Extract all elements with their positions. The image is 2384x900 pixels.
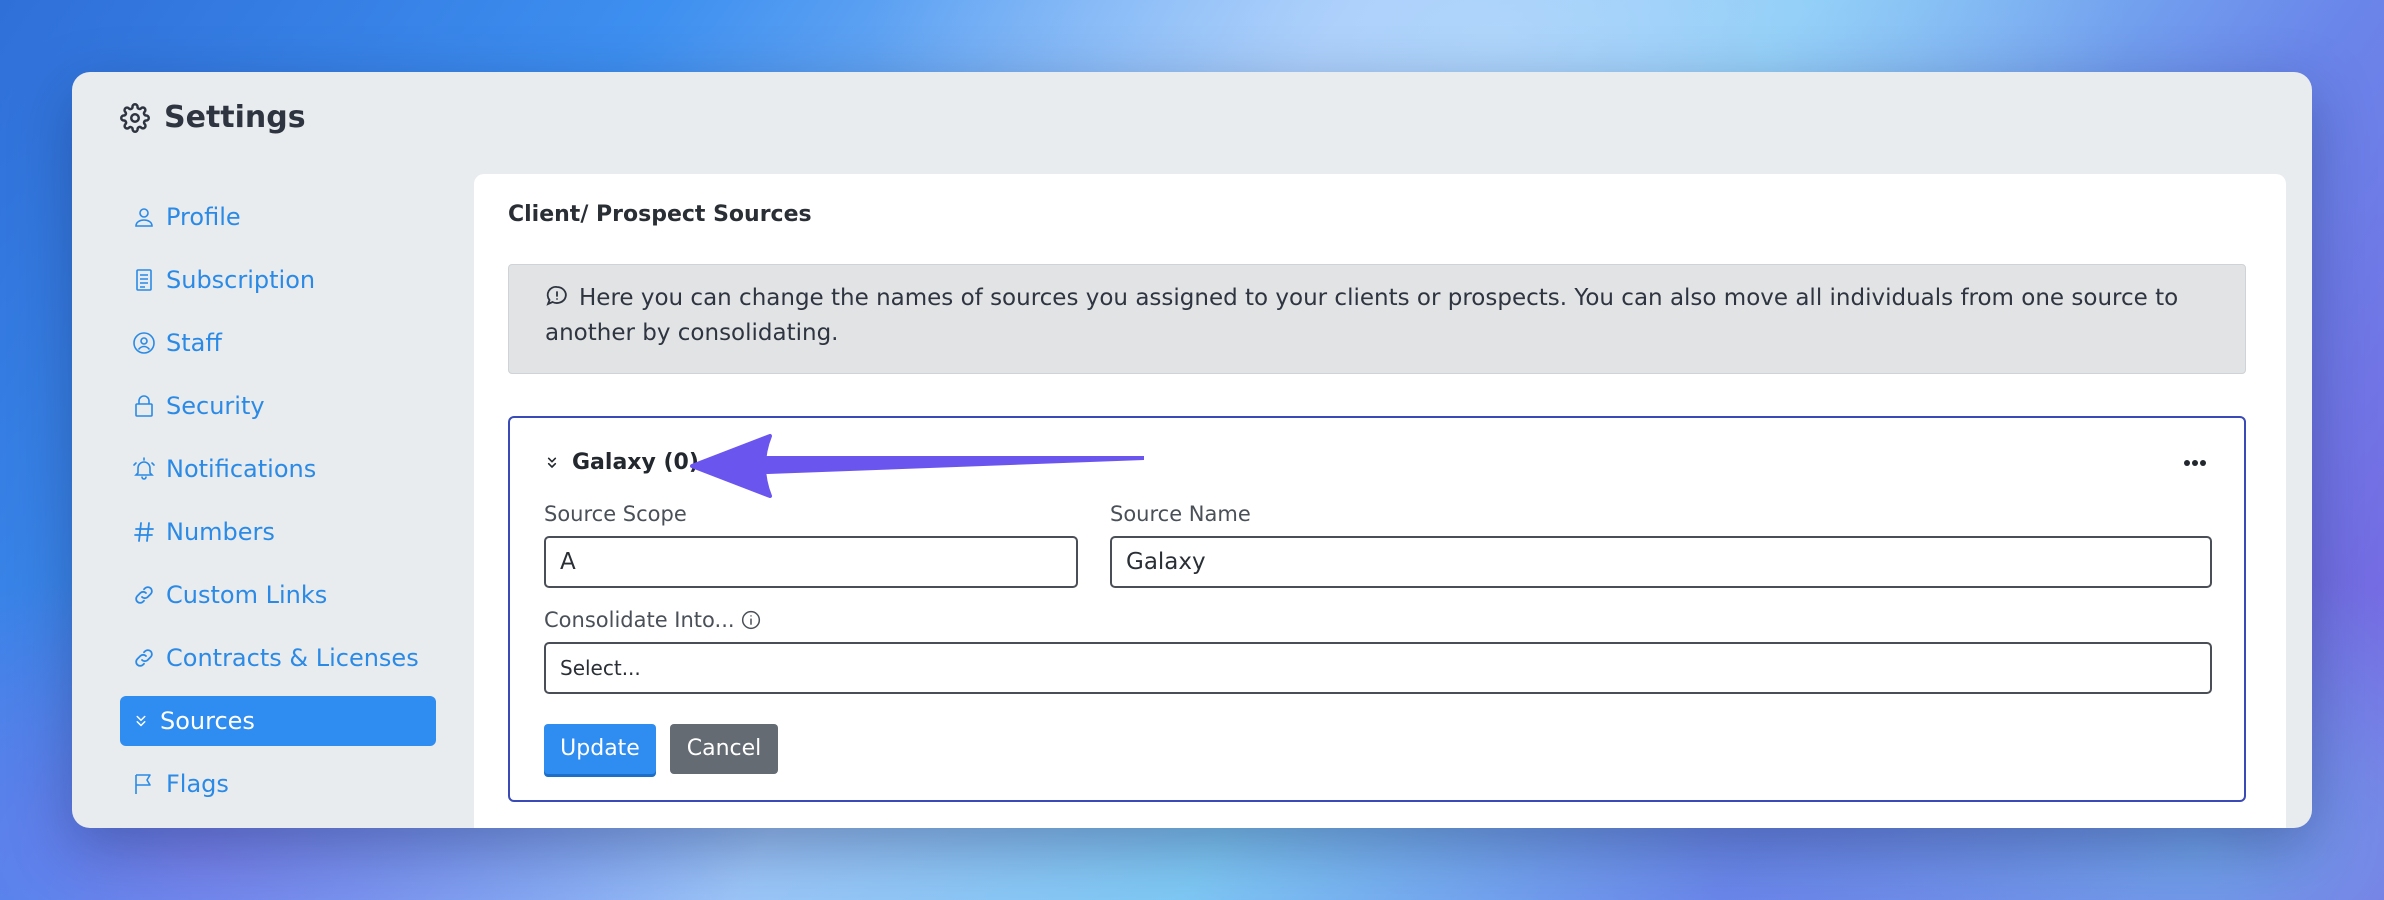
sidebar-item-contracts-licenses[interactable]: Contracts & Licenses: [120, 633, 436, 683]
sidebar-item-subscription[interactable]: Subscription: [120, 255, 436, 305]
sidebar-item-label: Flags: [166, 770, 229, 798]
sidebar-item-flags[interactable]: Flags: [120, 759, 436, 809]
lock-icon: [132, 394, 156, 418]
source-title: Galaxy (0): [572, 450, 699, 475]
source-name-label: Source Name: [1110, 502, 1251, 526]
sidebar-item-staff[interactable]: Staff: [120, 318, 436, 368]
source-name-input[interactable]: Galaxy: [1110, 536, 2212, 588]
consolidate-select[interactable]: Select...: [544, 642, 2212, 694]
info-icon[interactable]: [741, 610, 761, 630]
sidebar-item-label: Notifications: [166, 455, 317, 483]
more-options-button[interactable]: [2180, 448, 2210, 478]
message-info-icon: [545, 284, 569, 308]
sidebar-item-label: Staff: [166, 329, 222, 357]
flag-icon: [132, 772, 156, 796]
info-text: Here you can change the names of sources…: [545, 285, 2179, 346]
sidebar-item-label: Contracts & Licenses: [166, 644, 419, 672]
sidebar-item-sources[interactable]: Sources: [120, 696, 436, 746]
window-header: Settings: [120, 100, 306, 135]
settings-window: Settings Profile Subscription Staff Secu…: [72, 72, 2312, 828]
source-scope-label: Source Scope: [544, 502, 687, 526]
sidebar-item-label: Security: [166, 392, 265, 420]
cancel-button[interactable]: Cancel: [670, 724, 778, 774]
section-title: Client/ Prospect Sources: [508, 202, 812, 227]
gear-icon: [120, 102, 150, 133]
sidebar-item-label: Numbers: [166, 518, 275, 546]
consolidate-label: Consolidate Into...: [544, 608, 761, 632]
source-scope-input[interactable]: A: [544, 536, 1078, 588]
sidebar-item-label: Sources: [160, 707, 255, 735]
chevrons-down-icon[interactable]: [544, 455, 560, 471]
sidebar-item-label: Custom Links: [166, 581, 328, 609]
update-button[interactable]: Update: [544, 724, 656, 774]
user-icon: [132, 205, 156, 229]
ellipsis-icon: [2184, 460, 2206, 466]
sidebar-item-label: Profile: [166, 203, 241, 231]
page-title: Settings: [164, 100, 306, 135]
sidebar-item-security[interactable]: Security: [120, 381, 436, 431]
sidebar-item-notifications[interactable]: Notifications: [120, 444, 436, 494]
sidebar-item-profile[interactable]: Profile: [120, 192, 436, 242]
user-circle-icon: [132, 331, 156, 355]
sources-card: Client/ Prospect Sources Here you can ch…: [474, 174, 2286, 828]
chevrons-down-icon: [132, 712, 150, 730]
consolidate-label-text: Consolidate Into...: [544, 608, 735, 632]
sidebar-item-custom-links[interactable]: Custom Links: [120, 570, 436, 620]
link-icon: [132, 646, 156, 670]
source-header[interactable]: Galaxy (0): [544, 450, 699, 475]
annotation-arrow: [690, 434, 1144, 498]
sidebar-item-numbers[interactable]: Numbers: [120, 507, 436, 557]
settings-sidebar: Profile Subscription Staff Security Noti…: [120, 192, 436, 822]
link-icon: [132, 583, 156, 607]
sidebar-item-label: Subscription: [166, 266, 316, 294]
info-alert: Here you can change the names of sources…: [508, 264, 2246, 374]
hash-icon: [132, 520, 156, 544]
bell-icon: [132, 457, 156, 481]
receipt-icon: [132, 268, 156, 292]
